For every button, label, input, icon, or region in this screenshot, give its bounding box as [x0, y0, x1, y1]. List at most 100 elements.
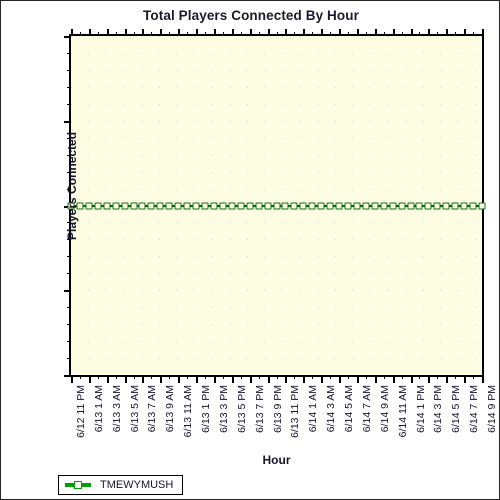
- x-axis-tick: [401, 375, 403, 379]
- y-axis-tick: [64, 375, 71, 377]
- data-point-marker: [407, 202, 415, 209]
- x-axis-tick-top: [88, 29, 91, 36]
- x-axis-tick: [383, 375, 385, 379]
- x-axis-tick-top: [428, 29, 431, 36]
- data-point-marker: [469, 202, 477, 209]
- data-point-marker: [201, 202, 209, 209]
- series-tmewymush: [67, 36, 486, 375]
- data-point-marker: [317, 202, 325, 209]
- x-axis-tick-label: 6/13 7 PM: [253, 385, 266, 433]
- x-axis-tick-top: [160, 29, 163, 36]
- chart-canvas: Total Players Connected By Hour -1.0-0.5…: [0, 0, 500, 500]
- x-axis-tick-label: 6/13 9 PM: [271, 385, 284, 433]
- x-axis-tick: [196, 375, 199, 383]
- data-point-marker: [433, 202, 441, 209]
- x-axis-tick-label: 6/14 7 PM: [468, 385, 481, 433]
- data-point-marker: [192, 202, 200, 209]
- chart-legend: TMEWYMUSH: [58, 475, 184, 495]
- x-axis-tick-top: [392, 29, 395, 36]
- x-axis-tick: [249, 375, 252, 383]
- x-axis-tick-top: [482, 29, 484, 36]
- x-axis-tick-label: 6/13 9 AM: [164, 385, 177, 433]
- data-point-marker: [147, 202, 155, 209]
- x-axis-tick-label: 6/13 1 PM: [200, 385, 213, 433]
- x-axis-tick-top: [71, 29, 73, 36]
- x-axis-tick: [446, 375, 449, 383]
- x-axis-tick-label: 6/14 5 PM: [450, 385, 463, 433]
- x-axis-tick-label: 6/13 11 AM: [182, 385, 195, 438]
- x-axis-tick-label: 6/14 3 AM: [325, 385, 338, 433]
- data-point-marker: [299, 202, 307, 209]
- y-axis-tick: [64, 120, 71, 123]
- x-axis-tick-label: 6/14 7 AM: [360, 385, 373, 433]
- y-axis-title: Players Connected: [65, 131, 79, 240]
- data-point-marker: [103, 202, 111, 209]
- x-axis-tick-label: 6/13 3 AM: [110, 385, 123, 433]
- data-point-marker: [326, 202, 334, 209]
- x-axis-tick-top: [124, 29, 127, 36]
- x-axis-tick-label: 6/13 5 AM: [128, 385, 141, 433]
- data-point-marker: [460, 202, 468, 209]
- x-axis-tick: [419, 375, 421, 379]
- x-axis-tick-label: 6/14 11 AM: [396, 385, 409, 438]
- x-axis-tick-top: [178, 29, 181, 36]
- data-point-marker: [228, 202, 236, 209]
- x-axis-tick: [410, 375, 413, 383]
- data-point-marker: [424, 202, 432, 209]
- x-axis-tick: [294, 375, 296, 379]
- x-axis-tick: [267, 375, 270, 383]
- x-axis-tick: [115, 375, 117, 379]
- data-point-marker: [219, 202, 227, 209]
- x-axis-tick: [169, 375, 171, 379]
- x-axis-tick-label: 6/12 11 PM: [75, 385, 87, 438]
- x-axis-tick-label: 6/14 9 PM: [486, 385, 498, 433]
- x-axis-tick-top: [321, 29, 324, 36]
- x-axis-tick: [213, 375, 216, 383]
- data-point-marker: [380, 202, 388, 209]
- data-point-marker: [156, 202, 164, 209]
- x-axis-tick-label: 6/13 1 AM: [92, 385, 105, 433]
- x-axis-title: Hour: [262, 453, 291, 467]
- chart-title: Total Players Connected By Hour: [143, 8, 359, 23]
- x-axis-tick: [356, 375, 359, 383]
- data-point-marker: [371, 202, 379, 209]
- x-axis-tick-top: [249, 29, 252, 36]
- x-axis-tick-top: [285, 29, 288, 36]
- x-axis-tick-top: [231, 29, 234, 36]
- x-axis-tick: [160, 375, 163, 383]
- x-axis-tick-top: [267, 29, 270, 36]
- x-axis-tick-top: [106, 29, 109, 36]
- x-axis-tick-label: 6/14 1 PM: [414, 385, 427, 433]
- x-axis-tick: [97, 375, 99, 379]
- x-axis-tick: [276, 375, 278, 379]
- x-axis-tick: [285, 375, 288, 383]
- data-point-marker: [335, 202, 343, 209]
- x-axis-tick: [142, 375, 145, 383]
- x-axis-tick: [187, 375, 189, 379]
- x-axis-tick: [71, 375, 73, 383]
- x-axis-tick-label: 6/13 5 PM: [235, 385, 248, 433]
- x-axis-tick-top: [356, 29, 359, 36]
- data-point-marker: [121, 202, 129, 209]
- x-axis-tick-top: [410, 29, 413, 36]
- x-axis-tick: [240, 375, 242, 379]
- data-point-marker: [85, 202, 93, 209]
- x-axis-tick-top: [213, 29, 216, 36]
- x-axis-tick-label: 6/14 3 PM: [432, 385, 445, 433]
- x-axis-tick: [428, 375, 431, 383]
- data-point-marker: [344, 202, 352, 209]
- x-axis-tick: [330, 375, 332, 379]
- x-axis-tick: [231, 375, 234, 383]
- x-axis-tick-label: 6/14 9 AM: [378, 385, 391, 433]
- x-axis-tick-top: [142, 29, 145, 36]
- data-point-marker: [237, 202, 245, 209]
- data-point-marker: [353, 202, 361, 209]
- x-axis-tick: [88, 375, 91, 383]
- x-axis-tick: [178, 375, 181, 383]
- x-axis-tick-top: [339, 29, 342, 36]
- data-point-marker: [138, 202, 146, 209]
- x-axis-tick: [473, 375, 475, 379]
- legend-swatch-tmewymush: [65, 480, 91, 490]
- data-point-marker: [273, 202, 280, 209]
- x-axis-tick: [455, 375, 457, 379]
